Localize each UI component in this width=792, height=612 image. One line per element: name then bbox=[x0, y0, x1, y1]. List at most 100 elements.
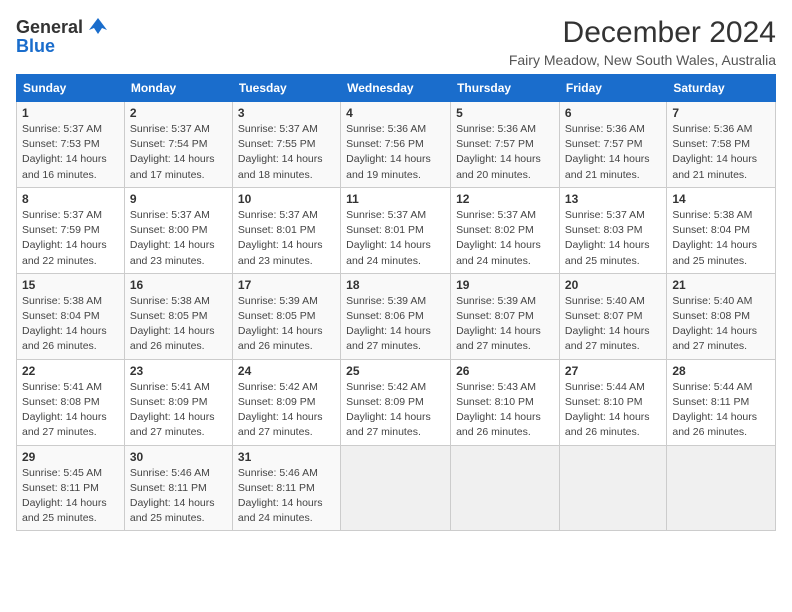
day-number: 12 bbox=[456, 192, 554, 206]
calendar-day-cell bbox=[341, 445, 451, 531]
day-info: Sunrise: 5:37 AMSunset: 7:53 PMDaylight:… bbox=[22, 122, 119, 183]
month-title: December 2024 bbox=[509, 16, 776, 50]
day-of-week-header: Friday bbox=[559, 75, 666, 102]
day-number: 6 bbox=[565, 106, 661, 120]
day-number: 20 bbox=[565, 278, 661, 292]
calendar-day-cell: 10 Sunrise: 5:37 AMSunset: 8:01 PMDayligh… bbox=[232, 187, 340, 273]
day-number: 4 bbox=[346, 106, 445, 120]
calendar-day-cell: 14Sunrise: 5:38 AMSunset: 8:04 PMDayligh… bbox=[667, 187, 776, 273]
calendar-day-cell: 26Sunrise: 5:43 AMSunset: 8:10 PMDayligh… bbox=[451, 359, 560, 445]
calendar-week-row: 1 Sunrise: 5:37 AMSunset: 7:53 PMDaylight… bbox=[17, 102, 776, 188]
calendar-day-cell: 17Sunrise: 5:39 AMSunset: 8:05 PMDayligh… bbox=[232, 273, 340, 359]
title-area: December 2024 Fairy Meadow, New South Wa… bbox=[509, 16, 776, 68]
day-info: Sunrise: 5:37 AMSunset: 7:54 PMDaylight:… bbox=[130, 122, 227, 183]
calendar-day-cell: 1 Sunrise: 5:37 AMSunset: 7:53 PMDaylight… bbox=[17, 102, 125, 188]
day-number: 17 bbox=[238, 278, 335, 292]
day-number: 25 bbox=[346, 364, 445, 378]
day-info: Sunrise: 5:36 AMSunset: 7:57 PMDaylight:… bbox=[565, 122, 661, 183]
calendar-day-cell: 3 Sunrise: 5:37 AMSunset: 7:55 PMDaylight… bbox=[232, 102, 340, 188]
day-info: Sunrise: 5:41 AMSunset: 8:08 PMDaylight:… bbox=[22, 380, 119, 441]
calendar-week-row: 8Sunrise: 5:37 AMSunset: 7:59 PMDaylight… bbox=[17, 187, 776, 273]
day-number: 3 bbox=[238, 106, 335, 120]
calendar-day-cell: 11Sunrise: 5:37 AMSunset: 8:01 PMDayligh… bbox=[341, 187, 451, 273]
day-number: 29 bbox=[22, 450, 119, 464]
day-info: Sunrise: 5:37 AMSunset: 8:03 PMDaylight:… bbox=[565, 208, 661, 269]
day-of-week-header: Thursday bbox=[451, 75, 560, 102]
day-info: Sunrise: 5:37 AMSunset: 8:02 PMDaylight:… bbox=[456, 208, 554, 269]
day-number: 9 bbox=[130, 192, 227, 206]
day-info: Sunrise: 5:45 AMSunset: 8:11 PMDaylight:… bbox=[22, 466, 119, 527]
day-number: 2 bbox=[130, 106, 227, 120]
calendar-day-cell: 15 Sunrise: 5:38 AMSunset: 8:04 PMDayligh… bbox=[17, 273, 125, 359]
day-number: 16 bbox=[130, 278, 227, 292]
day-number: 31 bbox=[238, 450, 335, 464]
day-number: 27 bbox=[565, 364, 661, 378]
day-info: Sunrise: 5:37 AMSunset: 8:00 PMDaylight:… bbox=[130, 208, 227, 269]
day-number: 24 bbox=[238, 364, 335, 378]
calendar-day-cell: 20Sunrise: 5:40 AMSunset: 8:07 PMDayligh… bbox=[559, 273, 666, 359]
day-number: 23 bbox=[130, 364, 227, 378]
day-number: 22 bbox=[22, 364, 119, 378]
calendar-day-cell: 19 Sunrise: 5:39 AMSunset: 8:07 PMDayligh… bbox=[451, 273, 560, 359]
calendar-day-cell: 12 Sunrise: 5:37 AMSunset: 8:02 PMDayligh… bbox=[451, 187, 560, 273]
logo: General Blue bbox=[16, 16, 109, 57]
calendar-table: SundayMondayTuesdayWednesdayThursdayFrid… bbox=[16, 74, 776, 531]
day-info: Sunrise: 5:37 AMSunset: 8:01 PMDaylight:… bbox=[346, 208, 445, 269]
calendar-week-row: 29 Sunrise: 5:45 AMSunset: 8:11 PMDayligh… bbox=[17, 445, 776, 531]
day-number: 13 bbox=[565, 192, 661, 206]
calendar-day-cell bbox=[667, 445, 776, 531]
day-info: Sunrise: 5:39 AMSunset: 8:06 PMDaylight:… bbox=[346, 294, 445, 355]
calendar-day-cell: 22 Sunrise: 5:41 AMSunset: 8:08 PMDayligh… bbox=[17, 359, 125, 445]
day-number: 15 bbox=[22, 278, 119, 292]
calendar-day-cell: 30 Sunrise: 5:46 AMSunset: 8:11 PMDayligh… bbox=[124, 445, 232, 531]
calendar-day-cell: 28 Sunrise: 5:44 AMSunset: 8:11 PMDayligh… bbox=[667, 359, 776, 445]
day-number: 5 bbox=[456, 106, 554, 120]
day-info: Sunrise: 5:36 AMSunset: 7:57 PMDaylight:… bbox=[456, 122, 554, 183]
day-info: Sunrise: 5:38 AMSunset: 8:05 PMDaylight:… bbox=[130, 294, 227, 355]
calendar-day-cell: 6 Sunrise: 5:36 AMSunset: 7:57 PMDaylight… bbox=[559, 102, 666, 188]
day-info: Sunrise: 5:36 AMSunset: 7:58 PMDaylight:… bbox=[672, 122, 770, 183]
calendar-day-cell: 2 Sunrise: 5:37 AMSunset: 7:54 PMDaylight… bbox=[124, 102, 232, 188]
calendar-day-cell: 16 Sunrise: 5:38 AMSunset: 8:05 PMDayligh… bbox=[124, 273, 232, 359]
day-info: Sunrise: 5:40 AMSunset: 8:08 PMDaylight:… bbox=[672, 294, 770, 355]
logo-blue-text: Blue bbox=[16, 36, 55, 57]
calendar-day-cell: 9 Sunrise: 5:37 AMSunset: 8:00 PMDaylight… bbox=[124, 187, 232, 273]
day-info: Sunrise: 5:39 AMSunset: 8:07 PMDaylight:… bbox=[456, 294, 554, 355]
calendar-week-row: 15 Sunrise: 5:38 AMSunset: 8:04 PMDayligh… bbox=[17, 273, 776, 359]
day-number: 7 bbox=[672, 106, 770, 120]
day-number: 10 bbox=[238, 192, 335, 206]
day-number: 18 bbox=[346, 278, 445, 292]
day-number: 21 bbox=[672, 278, 770, 292]
day-of-week-header: Monday bbox=[124, 75, 232, 102]
day-of-week-header: Sunday bbox=[17, 75, 125, 102]
location-title: Fairy Meadow, New South Wales, Australia bbox=[509, 52, 776, 68]
day-info: Sunrise: 5:46 AMSunset: 8:11 PMDaylight:… bbox=[238, 466, 335, 527]
calendar-day-cell: 27Sunrise: 5:44 AMSunset: 8:10 PMDayligh… bbox=[559, 359, 666, 445]
calendar-day-cell: 7 Sunrise: 5:36 AMSunset: 7:58 PMDaylight… bbox=[667, 102, 776, 188]
day-info: Sunrise: 5:38 AMSunset: 8:04 PMDaylight:… bbox=[22, 294, 119, 355]
day-of-week-header: Saturday bbox=[667, 75, 776, 102]
calendar-day-cell: 31 Sunrise: 5:46 AMSunset: 8:11 PMDayligh… bbox=[232, 445, 340, 531]
calendar-day-cell: 18 Sunrise: 5:39 AMSunset: 8:06 PMDayligh… bbox=[341, 273, 451, 359]
day-info: Sunrise: 5:37 AMSunset: 7:55 PMDaylight:… bbox=[238, 122, 335, 183]
day-info: Sunrise: 5:37 AMSunset: 8:01 PMDaylight:… bbox=[238, 208, 335, 269]
day-info: Sunrise: 5:36 AMSunset: 7:56 PMDaylight:… bbox=[346, 122, 445, 183]
calendar-week-row: 22 Sunrise: 5:41 AMSunset: 8:08 PMDayligh… bbox=[17, 359, 776, 445]
day-number: 1 bbox=[22, 106, 119, 120]
logo-bird-icon bbox=[87, 16, 109, 38]
calendar-day-cell bbox=[559, 445, 666, 531]
day-of-week-header: Wednesday bbox=[341, 75, 451, 102]
day-number: 30 bbox=[130, 450, 227, 464]
day-number: 19 bbox=[456, 278, 554, 292]
day-info: Sunrise: 5:43 AMSunset: 8:10 PMDaylight:… bbox=[456, 380, 554, 441]
day-info: Sunrise: 5:42 AMSunset: 8:09 PMDaylight:… bbox=[346, 380, 445, 441]
day-number: 28 bbox=[672, 364, 770, 378]
day-info: Sunrise: 5:38 AMSunset: 8:04 PMDaylight:… bbox=[672, 208, 770, 269]
calendar-day-cell: 29 Sunrise: 5:45 AMSunset: 8:11 PMDayligh… bbox=[17, 445, 125, 531]
calendar-day-cell: 8Sunrise: 5:37 AMSunset: 7:59 PMDaylight… bbox=[17, 187, 125, 273]
calendar-day-cell: 21 Sunrise: 5:40 AMSunset: 8:08 PMDayligh… bbox=[667, 273, 776, 359]
calendar-day-cell: 5 Sunrise: 5:36 AMSunset: 7:57 PMDaylight… bbox=[451, 102, 560, 188]
day-info: Sunrise: 5:46 AMSunset: 8:11 PMDaylight:… bbox=[130, 466, 227, 527]
day-of-week-header: Tuesday bbox=[232, 75, 340, 102]
day-info: Sunrise: 5:44 AMSunset: 8:11 PMDaylight:… bbox=[672, 380, 770, 441]
